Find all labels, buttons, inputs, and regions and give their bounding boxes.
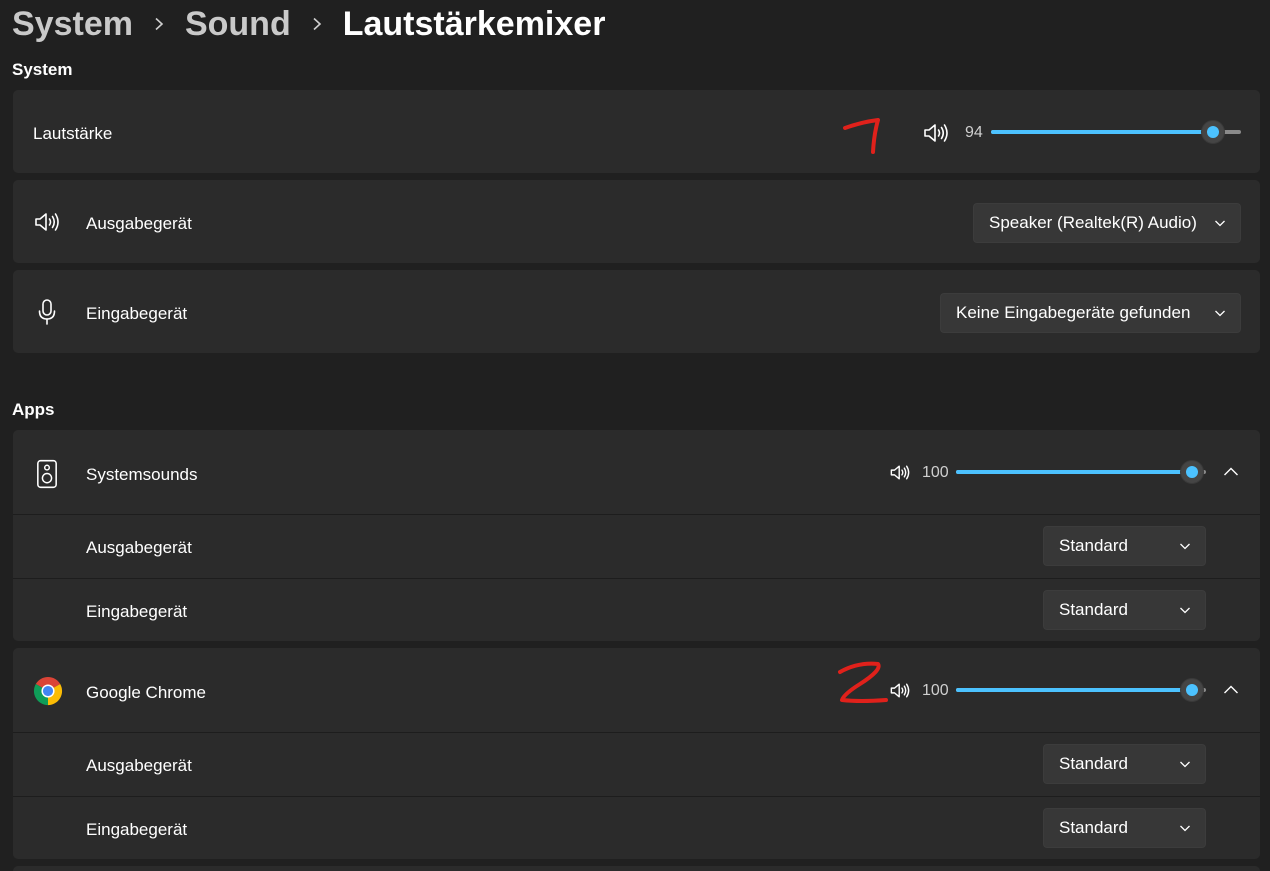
app-volume-value: 100: [922, 464, 949, 481]
app-input-selected: Standard: [1059, 818, 1128, 837]
app-output-dropdown[interactable]: Standard: [1043, 744, 1206, 784]
slider-fill: [956, 688, 1192, 692]
app-output-selected: Standard: [1059, 536, 1128, 555]
app-card-google-chrome: Google Chrome 100 Ausgabegerät Standard …: [13, 648, 1260, 859]
master-volume-value: 94: [965, 124, 983, 141]
input-device-label: Eingabegerät: [86, 304, 188, 323]
app-volume-slider[interactable]: [956, 460, 1206, 484]
chevron-down-icon: [1215, 220, 1225, 227]
app-input-dropdown[interactable]: Standard: [1043, 590, 1206, 630]
master-volume-label: Lautstärke: [33, 124, 113, 143]
chrome-icon: [32, 675, 64, 707]
chevron-right-icon: [133, 17, 185, 31]
speaker-icon[interactable]: [922, 120, 950, 146]
breadcrumb-sound[interactable]: Sound: [185, 5, 291, 44]
collapse-button[interactable]: [1218, 677, 1244, 703]
annotation-mark-2: [838, 661, 888, 703]
chevron-down-icon: [1215, 310, 1225, 317]
chevron-down-icon: [1180, 543, 1190, 550]
app-input-label: Eingabegerät: [86, 602, 188, 621]
slider-fill: [956, 470, 1192, 474]
input-device-dropdown[interactable]: Keine Eingabegeräte gefunden: [940, 293, 1241, 333]
divider: [13, 796, 1260, 797]
app-output-label: Ausgabegerät: [86, 756, 192, 775]
app-volume-slider[interactable]: [956, 678, 1206, 702]
system-sounds-icon: [35, 458, 59, 490]
chevron-down-icon: [1180, 607, 1190, 614]
app-card-systemsounds: Systemsounds 100 Ausgabegerät Standard E…: [13, 430, 1260, 641]
app-input-selected: Standard: [1059, 600, 1128, 619]
app-output-selected: Standard: [1059, 754, 1128, 773]
app-input-label: Eingabegerät: [86, 820, 188, 839]
chevron-down-icon: [1180, 761, 1190, 768]
page-title: Lautstärkemixer: [342, 4, 606, 43]
app-output-label: Ausgabegerät: [86, 538, 192, 557]
breadcrumb-system[interactable]: System: [12, 5, 133, 44]
output-device-selected: Speaker (Realtek(R) Audio): [989, 213, 1197, 232]
section-title-apps: Apps: [12, 400, 55, 419]
output-device-label: Ausgabegerät: [86, 214, 192, 233]
input-device-selected: Keine Eingabegeräte gefunden: [956, 303, 1191, 322]
master-volume-card: Lautstärke 94: [13, 90, 1260, 173]
app-name: Systemsounds: [86, 465, 198, 484]
speaker-icon[interactable]: [889, 462, 911, 482]
annotation-mark-1: [843, 118, 880, 154]
chevron-down-icon: [1180, 825, 1190, 832]
app-output-dropdown[interactable]: Standard: [1043, 526, 1206, 566]
output-device-dropdown[interactable]: Speaker (Realtek(R) Audio): [973, 203, 1241, 243]
chevron-right-icon: [291, 17, 343, 31]
collapse-button[interactable]: [1218, 459, 1244, 485]
chevron-up-icon: [1224, 685, 1238, 694]
output-device-card: Ausgabegerät Speaker (Realtek(R) Audio): [13, 180, 1260, 263]
divider: [13, 578, 1260, 579]
slider-thumb[interactable]: [1180, 460, 1204, 484]
app-name: Google Chrome: [86, 683, 207, 702]
chevron-up-icon: [1224, 467, 1238, 476]
app-volume-value: 100: [922, 682, 949, 699]
microphone-icon: [37, 298, 57, 326]
divider: [13, 732, 1260, 733]
app-card-next: [13, 866, 1260, 871]
breadcrumb: System Sound Lautstärkemixer: [12, 2, 605, 46]
input-device-card: Eingabegerät Keine Eingabegeräte gefunde…: [13, 270, 1260, 353]
slider-fill: [991, 130, 1213, 134]
master-volume-slider[interactable]: [991, 120, 1241, 144]
slider-thumb[interactable]: [1200, 120, 1225, 144]
speaker-icon: [33, 209, 61, 235]
section-title-system: System: [12, 60, 73, 79]
app-input-dropdown[interactable]: Standard: [1043, 808, 1206, 848]
slider-thumb[interactable]: [1180, 678, 1204, 702]
divider: [13, 514, 1260, 515]
